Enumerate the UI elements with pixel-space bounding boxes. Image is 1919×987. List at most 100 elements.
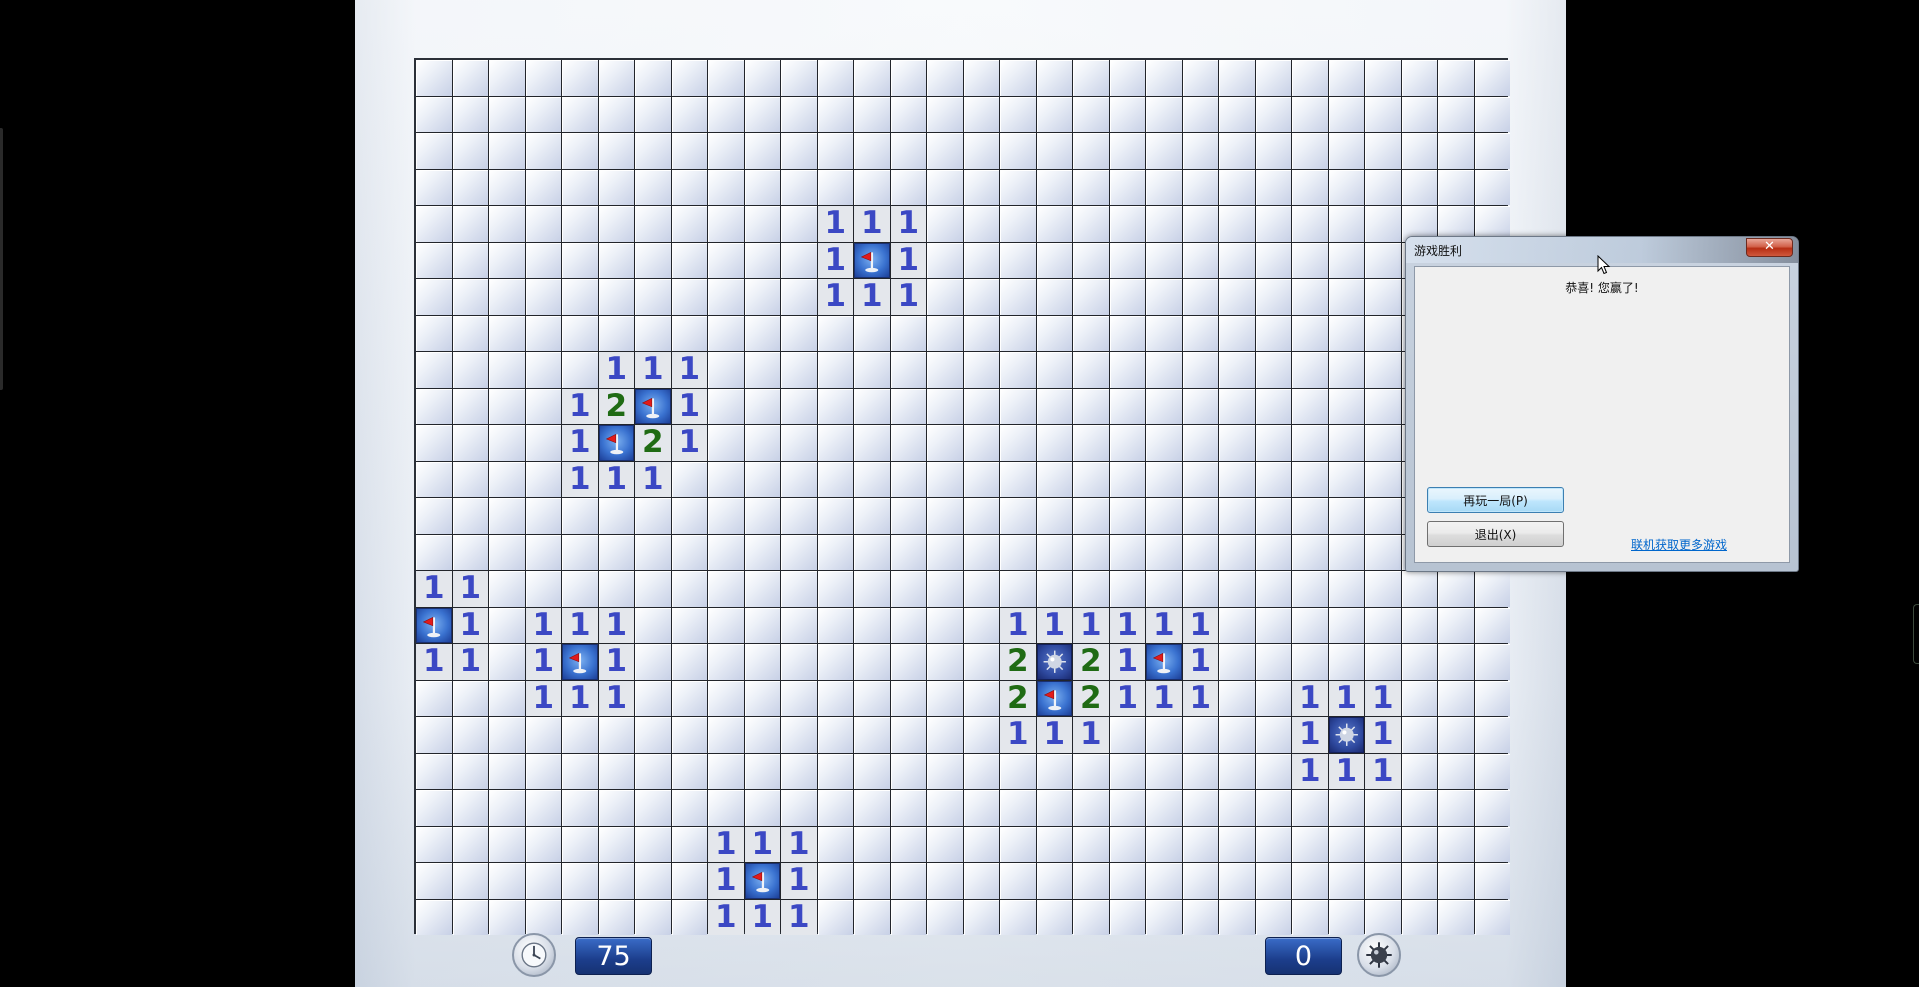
unrevealed-cell[interactable] bbox=[927, 279, 963, 315]
unrevealed-cell[interactable] bbox=[1292, 315, 1328, 351]
unrevealed-cell[interactable] bbox=[635, 753, 671, 789]
unrevealed-cell[interactable] bbox=[708, 753, 744, 789]
unrevealed-cell[interactable] bbox=[1219, 242, 1255, 278]
unrevealed-cell[interactable] bbox=[927, 242, 963, 278]
unrevealed-cell[interactable] bbox=[890, 169, 926, 205]
unrevealed-cell[interactable] bbox=[1073, 279, 1109, 315]
unrevealed-cell[interactable] bbox=[1000, 388, 1036, 424]
unrevealed-cell[interactable] bbox=[963, 826, 999, 862]
unrevealed-cell[interactable] bbox=[854, 680, 890, 716]
unrevealed-cell[interactable] bbox=[1292, 60, 1328, 96]
unrevealed-cell[interactable] bbox=[1036, 498, 1072, 534]
unrevealed-cell[interactable] bbox=[489, 425, 525, 461]
unrevealed-cell[interactable] bbox=[1109, 753, 1145, 789]
unrevealed-cell[interactable] bbox=[1292, 206, 1328, 242]
unrevealed-cell[interactable] bbox=[1036, 863, 1072, 899]
unrevealed-cell[interactable] bbox=[525, 315, 561, 351]
unrevealed-cell[interactable] bbox=[1146, 717, 1182, 753]
unrevealed-cell[interactable] bbox=[525, 60, 561, 96]
unrevealed-cell[interactable] bbox=[744, 425, 780, 461]
unrevealed-cell[interactable] bbox=[1255, 680, 1291, 716]
unrevealed-cell[interactable] bbox=[1146, 279, 1182, 315]
unrevealed-cell[interactable] bbox=[817, 826, 853, 862]
unrevealed-cell[interactable] bbox=[598, 279, 634, 315]
unrevealed-cell[interactable] bbox=[635, 169, 671, 205]
unrevealed-cell[interactable] bbox=[781, 425, 817, 461]
unrevealed-cell[interactable] bbox=[416, 863, 452, 899]
unrevealed-cell[interactable] bbox=[1219, 717, 1255, 753]
unrevealed-cell[interactable] bbox=[452, 425, 488, 461]
unrevealed-cell[interactable] bbox=[452, 388, 488, 424]
unrevealed-cell[interactable] bbox=[452, 169, 488, 205]
unrevealed-cell[interactable] bbox=[1255, 242, 1291, 278]
unrevealed-cell[interactable] bbox=[708, 717, 744, 753]
unrevealed-cell[interactable] bbox=[671, 133, 707, 169]
unrevealed-cell[interactable] bbox=[671, 534, 707, 570]
unrevealed-cell[interactable] bbox=[1182, 96, 1218, 132]
unrevealed-cell[interactable] bbox=[416, 753, 452, 789]
unrevealed-cell[interactable] bbox=[416, 425, 452, 461]
unrevealed-cell[interactable] bbox=[1109, 388, 1145, 424]
unrevealed-cell[interactable] bbox=[1219, 388, 1255, 424]
unrevealed-cell[interactable] bbox=[744, 279, 780, 315]
unrevealed-cell[interactable] bbox=[1292, 571, 1328, 607]
unrevealed-cell[interactable] bbox=[1219, 753, 1255, 789]
unrevealed-cell[interactable] bbox=[1146, 498, 1182, 534]
unrevealed-cell[interactable] bbox=[1401, 680, 1437, 716]
unrevealed-cell[interactable] bbox=[416, 352, 452, 388]
unrevealed-cell[interactable] bbox=[890, 826, 926, 862]
unrevealed-cell[interactable] bbox=[1292, 826, 1328, 862]
unrevealed-cell[interactable] bbox=[1292, 790, 1328, 826]
unrevealed-cell[interactable] bbox=[963, 315, 999, 351]
unrevealed-cell[interactable] bbox=[671, 206, 707, 242]
unrevealed-cell[interactable] bbox=[1255, 206, 1291, 242]
unrevealed-cell[interactable] bbox=[781, 315, 817, 351]
unrevealed-cell[interactable] bbox=[1292, 607, 1328, 643]
unrevealed-cell[interactable] bbox=[416, 680, 452, 716]
unrevealed-cell[interactable] bbox=[635, 498, 671, 534]
unrevealed-cell[interactable] bbox=[1328, 790, 1364, 826]
unrevealed-cell[interactable] bbox=[781, 133, 817, 169]
unrevealed-cell[interactable] bbox=[708, 571, 744, 607]
unrevealed-cell[interactable] bbox=[1219, 498, 1255, 534]
unrevealed-cell[interactable] bbox=[1000, 790, 1036, 826]
unrevealed-cell[interactable] bbox=[927, 315, 963, 351]
unrevealed-cell[interactable] bbox=[1474, 644, 1510, 680]
unrevealed-cell[interactable] bbox=[1219, 352, 1255, 388]
unrevealed-cell[interactable] bbox=[1146, 315, 1182, 351]
unrevealed-cell[interactable] bbox=[963, 279, 999, 315]
unrevealed-cell[interactable] bbox=[817, 790, 853, 826]
unrevealed-cell[interactable] bbox=[1146, 534, 1182, 570]
unrevealed-cell[interactable] bbox=[562, 753, 598, 789]
unrevealed-cell[interactable] bbox=[890, 607, 926, 643]
unrevealed-cell[interactable] bbox=[598, 60, 634, 96]
unrevealed-cell[interactable] bbox=[1182, 388, 1218, 424]
unrevealed-cell[interactable] bbox=[1109, 461, 1145, 497]
unrevealed-cell[interactable] bbox=[1073, 534, 1109, 570]
unrevealed-cell[interactable] bbox=[708, 133, 744, 169]
unrevealed-cell[interactable] bbox=[562, 279, 598, 315]
unrevealed-cell[interactable] bbox=[1109, 315, 1145, 351]
flagged-cell[interactable] bbox=[598, 425, 634, 461]
unrevealed-cell[interactable] bbox=[1219, 644, 1255, 680]
unrevealed-cell[interactable] bbox=[525, 571, 561, 607]
unrevealed-cell[interactable] bbox=[1255, 169, 1291, 205]
unrevealed-cell[interactable] bbox=[890, 425, 926, 461]
unrevealed-cell[interactable] bbox=[1255, 863, 1291, 899]
unrevealed-cell[interactable] bbox=[1146, 753, 1182, 789]
unrevealed-cell[interactable] bbox=[1036, 279, 1072, 315]
unrevealed-cell[interactable] bbox=[817, 425, 853, 461]
unrevealed-cell[interactable] bbox=[817, 388, 853, 424]
unrevealed-cell[interactable] bbox=[1401, 863, 1437, 899]
unrevealed-cell[interactable] bbox=[671, 753, 707, 789]
unrevealed-cell[interactable] bbox=[598, 133, 634, 169]
unrevealed-cell[interactable] bbox=[781, 534, 817, 570]
unrevealed-cell[interactable] bbox=[744, 352, 780, 388]
unrevealed-cell[interactable] bbox=[452, 498, 488, 534]
unrevealed-cell[interactable] bbox=[1000, 352, 1036, 388]
unrevealed-cell[interactable] bbox=[489, 206, 525, 242]
unrevealed-cell[interactable] bbox=[1146, 863, 1182, 899]
unrevealed-cell[interactable] bbox=[1219, 680, 1255, 716]
unrevealed-cell[interactable] bbox=[1182, 790, 1218, 826]
unrevealed-cell[interactable] bbox=[1036, 169, 1072, 205]
